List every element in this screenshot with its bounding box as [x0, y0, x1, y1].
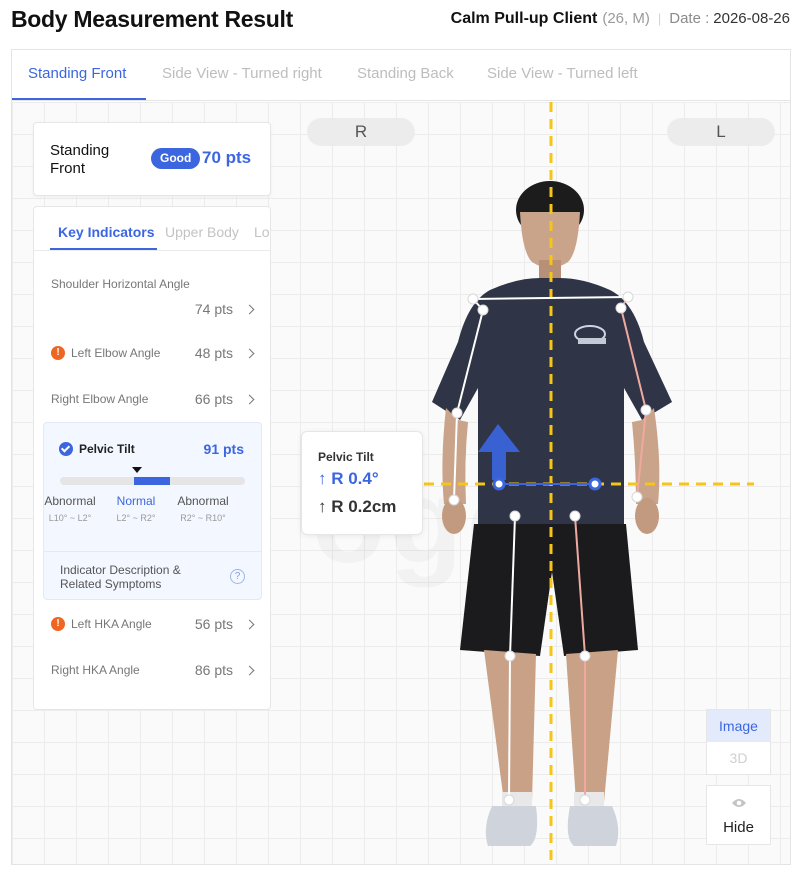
indicator-name: Shoulder Horizontal Angle: [51, 277, 190, 291]
indicator-score: 91 pts: [203, 441, 244, 457]
range-value-abnormal-right: R2° ~ R10°: [180, 513, 226, 523]
3d-mode-button[interactable]: 3D: [707, 742, 770, 774]
eye-icon: [732, 799, 746, 807]
range-bar: [60, 477, 245, 485]
indicator-row-left-hka-angle[interactable]: ! Left HKA Angle 56 pts: [34, 602, 270, 648]
hide-label: Hide: [723, 819, 754, 836]
chevron-right-icon: [244, 665, 255, 676]
grade-badge: Good: [151, 148, 201, 169]
tab-lower-body[interactable]: Lo: [254, 224, 270, 240]
chevron-right-icon: [244, 394, 255, 405]
check-circle-icon: [59, 442, 73, 456]
range-label-abnormal-right: Abnormal: [177, 494, 229, 508]
active-tab-indicator: [12, 98, 146, 100]
view-mode-toggle: Image 3D: [706, 709, 771, 775]
active-subtab-indicator: [50, 248, 157, 250]
date-value: 2026-08-26: [713, 10, 790, 27]
view-tabs: Standing Front Side View - Turned right …: [12, 50, 790, 101]
chevron-right-icon: [244, 348, 255, 359]
indicator-row-right-elbow-angle[interactable]: Right Elbow Angle 66 pts: [34, 377, 270, 423]
question-circle-icon[interactable]: ?: [230, 569, 245, 584]
body-viewer[interactable]: ogot R L: [12, 102, 790, 864]
indicator-description-link[interactable]: Indicator Description & Related Symptoms…: [44, 551, 261, 599]
callout-title: Pelvic Tilt: [318, 450, 374, 464]
indicator-panel: Key Indicators Upper Body Lo Shoulder Ho…: [33, 206, 271, 710]
tab-key-indicators[interactable]: Key Indicators: [58, 224, 154, 240]
range-value-abnormal-left: L10° ~ L2°: [48, 513, 92, 523]
indicator-tabs: Key Indicators Upper Body Lo: [34, 207, 270, 251]
hide-button[interactable]: Hide: [706, 785, 771, 845]
callout-distance: ↑ R 0.2cm: [318, 497, 397, 516]
indicator-row-right-hka-angle[interactable]: Right HKA Angle 86 pts: [34, 648, 270, 694]
warning-icon: !: [51, 617, 65, 631]
page-header: Body Measurement Result Calm Pull-up Cli…: [0, 0, 810, 44]
callout-angle: ↑ R 0.4°: [318, 469, 379, 488]
chevron-right-icon: [244, 619, 255, 630]
normal-range-segment: [134, 477, 170, 485]
indicator-name: Right HKA Angle: [51, 663, 140, 677]
indicator-row-shoulder-horizontal-angle[interactable]: Shoulder Horizontal Angle 74 pts: [34, 263, 270, 317]
client-age-sex: (26, M): [602, 10, 650, 27]
image-mode-button[interactable]: Image: [707, 710, 770, 742]
client-info: Calm Pull-up Client (26, M) | Date : 202…: [451, 10, 790, 28]
current-value-marker: [132, 467, 142, 473]
range-label-abnormal-left: Abnormal: [44, 494, 96, 508]
date-label: Date :: [669, 10, 710, 27]
indicator-score: 74 pts: [194, 301, 233, 317]
divider: |: [657, 11, 662, 26]
tab-side-view-right[interactable]: Side View - Turned right: [162, 65, 322, 82]
indicator-name: Right Elbow Angle: [51, 392, 149, 406]
expanded-indicator-pelvic-tilt[interactable]: Pelvic Tilt 91 pts Abnormal Normal Abnor…: [43, 422, 262, 600]
tab-side-view-left[interactable]: Side View - Turned left: [487, 65, 638, 82]
tab-upper-body[interactable]: Upper Body: [165, 224, 239, 240]
range-value-normal: L2° ~ R2°: [116, 513, 156, 523]
indicator-row-left-elbow-angle[interactable]: ! Left Elbow Angle 48 pts: [34, 331, 270, 377]
indicator-score: 56 pts: [194, 616, 233, 632]
indicator-name: Left HKA Angle: [71, 617, 152, 631]
indicator-name: Left Elbow Angle: [71, 346, 161, 360]
view-name: Standing Front: [50, 142, 110, 177]
pelvic-tilt-callout: Pelvic Tilt ↑ R 0.4° ↑ R 0.2cm: [301, 431, 423, 535]
page-title: Body Measurement Result: [11, 6, 293, 32]
tab-standing-back[interactable]: Standing Back: [357, 65, 454, 82]
indicator-name: Pelvic Tilt: [79, 442, 135, 456]
view-score-card: Standing Front Good 70 pts: [33, 122, 271, 196]
measurement-frame: Standing Front Side View - Turned right …: [11, 49, 791, 865]
indicator-score: 66 pts: [194, 391, 233, 407]
tab-standing-front[interactable]: Standing Front: [28, 65, 126, 82]
client-name: Calm Pull-up Client: [450, 10, 598, 27]
total-score: 70 pts: [202, 148, 252, 167]
warning-icon: !: [51, 346, 65, 360]
indicator-score: 48 pts: [194, 345, 233, 361]
chevron-right-icon: [244, 304, 255, 315]
range-label-normal: Normal: [116, 494, 156, 508]
indicator-score: 86 pts: [194, 662, 233, 678]
description-text: Indicator Description & Related Symptoms: [60, 563, 181, 591]
